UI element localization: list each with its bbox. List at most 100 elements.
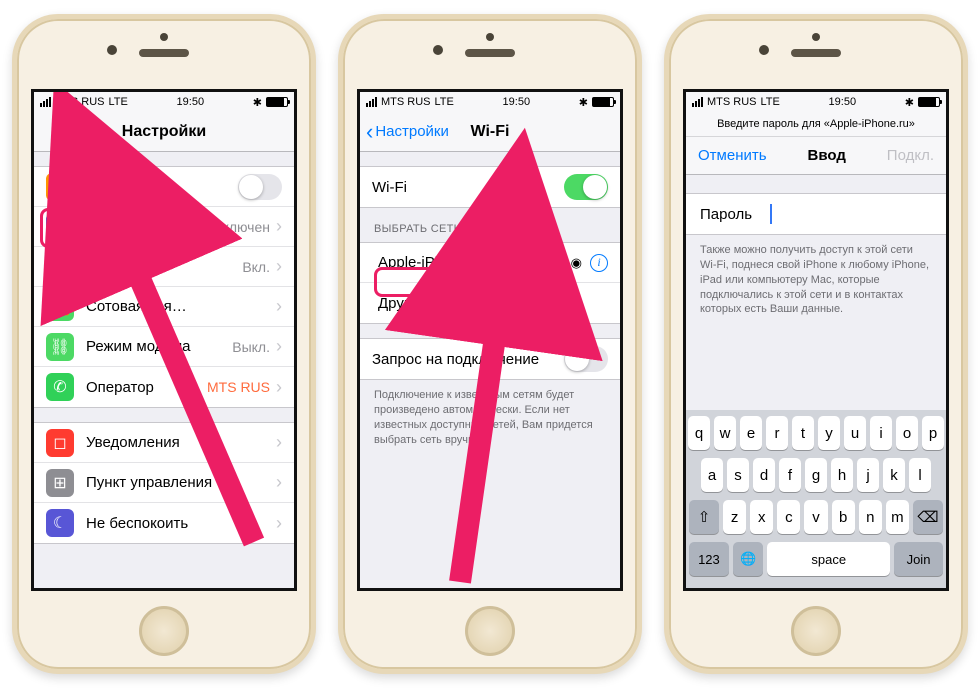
- bluetooth-icon: ∗: [46, 253, 74, 281]
- key-row-2: asdfghjkl: [689, 458, 943, 492]
- password-field-row[interactable]: Пароль: [686, 193, 946, 235]
- chevron-icon: ›: [276, 472, 282, 493]
- airplane-toggle[interactable]: [238, 174, 282, 200]
- screen-settings: MTS RUSLTE 19:50 ✱ Настройки ✈ Авиарежим…: [31, 89, 297, 591]
- key-k[interactable]: k: [883, 458, 905, 492]
- battery-icon: [918, 97, 940, 107]
- password-hint: Также можно получить доступ к этой сети …: [686, 235, 946, 325]
- front-camera: [433, 45, 443, 55]
- row-value: Вкл.: [242, 259, 270, 275]
- info-icon[interactable]: i: [590, 254, 608, 272]
- row-value: Выкл.: [232, 339, 270, 355]
- key-n[interactable]: n: [859, 500, 882, 534]
- chevron-icon: ›: [276, 432, 282, 453]
- signal-icon: [40, 97, 51, 107]
- status-bar: MTS RUSLTE 19:50 ✱: [34, 92, 294, 112]
- row-label: Сотовая свя…: [86, 298, 276, 315]
- row-control-center[interactable]: ⊞ Пункт управления ›: [34, 463, 294, 503]
- join-button[interactable]: Подкл.: [887, 147, 934, 164]
- key-l[interactable]: l: [909, 458, 931, 492]
- join-key[interactable]: Join: [894, 542, 943, 576]
- space-key[interactable]: space: [767, 542, 890, 576]
- ask-join-toggle[interactable]: [564, 346, 608, 372]
- key-w[interactable]: w: [714, 416, 736, 450]
- chevron-icon: ›: [276, 513, 282, 534]
- row-label: Оператор: [86, 379, 207, 396]
- earpiece: [139, 49, 189, 57]
- bluetooth-icon: ✱: [579, 96, 588, 109]
- key-h[interactable]: h: [831, 458, 853, 492]
- row-bluetooth[interactable]: ∗ Bluetoo… Вкл. ›: [34, 247, 294, 287]
- key-x[interactable]: x: [750, 500, 773, 534]
- bluetooth-icon: ✱: [905, 96, 914, 109]
- home-button[interactable]: [465, 606, 515, 656]
- carrier-label: MTS RUS: [707, 96, 757, 108]
- key-p[interactable]: p: [922, 416, 944, 450]
- wifi-toggle[interactable]: [564, 174, 608, 200]
- key-s[interactable]: s: [727, 458, 749, 492]
- back-button[interactable]: ‹Настройки: [366, 119, 449, 145]
- password-prompt: Введите пароль для «Apple-iPhone.ru»: [686, 112, 946, 137]
- key-o[interactable]: o: [896, 416, 918, 450]
- wifi-toggle-group: Wi-Fi: [360, 166, 620, 208]
- key-d[interactable]: d: [753, 458, 775, 492]
- password-label: Пароль: [700, 206, 752, 223]
- key-r[interactable]: r: [766, 416, 788, 450]
- front-camera: [107, 45, 117, 55]
- control-center-icon: ⊞: [46, 469, 74, 497]
- row-airplane[interactable]: ✈ Авиарежим: [34, 167, 294, 207]
- ask-join-group: Запрос на подключение: [360, 338, 620, 380]
- row-label: Wi-Fi: [372, 179, 564, 196]
- key-v[interactable]: v: [804, 500, 827, 534]
- row-value: Не подключен: [178, 219, 270, 235]
- row-hotspot[interactable]: ⛓ Режим модема Выкл. ›: [34, 327, 294, 367]
- hotspot-icon: ⛓: [46, 333, 74, 361]
- key-q[interactable]: q: [688, 416, 710, 450]
- row-label: Пункт управления: [86, 474, 276, 491]
- row-network[interactable]: Apple-iPhone.ru 🔒 ◉ i: [360, 243, 620, 283]
- row-wifi[interactable]: Wi-Fi Не подключен ›: [34, 207, 294, 247]
- shift-key[interactable]: ⇧: [689, 500, 719, 534]
- key-f[interactable]: f: [779, 458, 801, 492]
- moon-icon: ☾: [46, 509, 74, 537]
- cancel-button[interactable]: Отменить: [698, 147, 767, 164]
- lock-icon: 🔒: [548, 256, 563, 270]
- carrier-label: MTS RUS: [55, 96, 105, 108]
- sensor-dot: [160, 33, 168, 41]
- key-a[interactable]: a: [701, 458, 723, 492]
- row-wifi-toggle[interactable]: Wi-Fi: [360, 167, 620, 207]
- key-u[interactable]: u: [844, 416, 866, 450]
- row-dnd[interactable]: ☾ Не беспокоить ›: [34, 503, 294, 543]
- home-button[interactable]: [791, 606, 841, 656]
- row-label: Режим модема: [86, 338, 232, 355]
- key-c[interactable]: c: [777, 500, 800, 534]
- key-m[interactable]: m: [886, 500, 909, 534]
- key-i[interactable]: i: [870, 416, 892, 450]
- key-b[interactable]: b: [832, 500, 855, 534]
- wifi-strength-icon: ◉: [571, 255, 582, 271]
- key-j[interactable]: j: [857, 458, 879, 492]
- chevron-icon: ›: [276, 336, 282, 357]
- numbers-key[interactable]: 123: [689, 542, 729, 576]
- key-g[interactable]: g: [805, 458, 827, 492]
- row-other-network[interactable]: Другая…: [360, 283, 620, 323]
- globe-key[interactable]: 🌐: [733, 542, 764, 576]
- choose-network-header: ВЫБРАТЬ СЕТЬ...: [360, 208, 620, 242]
- screen-wifi: MTS RUSLTE 19:50 ✱ ‹Настройки Wi-Fi Wi-F…: [357, 89, 623, 591]
- row-notifications[interactable]: ◻ Уведомления ›: [34, 423, 294, 463]
- screen-password: MTS RUSLTE 19:50 ✱ Введите пароль для «A…: [683, 89, 949, 591]
- key-y[interactable]: y: [818, 416, 840, 450]
- key-e[interactable]: e: [740, 416, 762, 450]
- key-z[interactable]: z: [723, 500, 746, 534]
- page-title: Wi-Fi: [471, 123, 510, 141]
- wifi-icon: [46, 213, 74, 241]
- nav-bar: ‹Настройки Wi-Fi: [360, 112, 620, 152]
- home-button[interactable]: [139, 606, 189, 656]
- row-ask-join[interactable]: Запрос на подключение: [360, 339, 620, 379]
- backspace-key[interactable]: ⌫: [913, 500, 943, 534]
- row-cellular[interactable]: 📶 Сотовая свя… ›: [34, 287, 294, 327]
- settings-group-general: ◻ Уведомления › ⊞ Пункт управления › ☾ Н…: [34, 422, 294, 544]
- key-t[interactable]: t: [792, 416, 814, 450]
- row-carrier[interactable]: ✆ Оператор MTS RUS ›: [34, 367, 294, 407]
- row-label: Не беспокоить: [86, 515, 276, 532]
